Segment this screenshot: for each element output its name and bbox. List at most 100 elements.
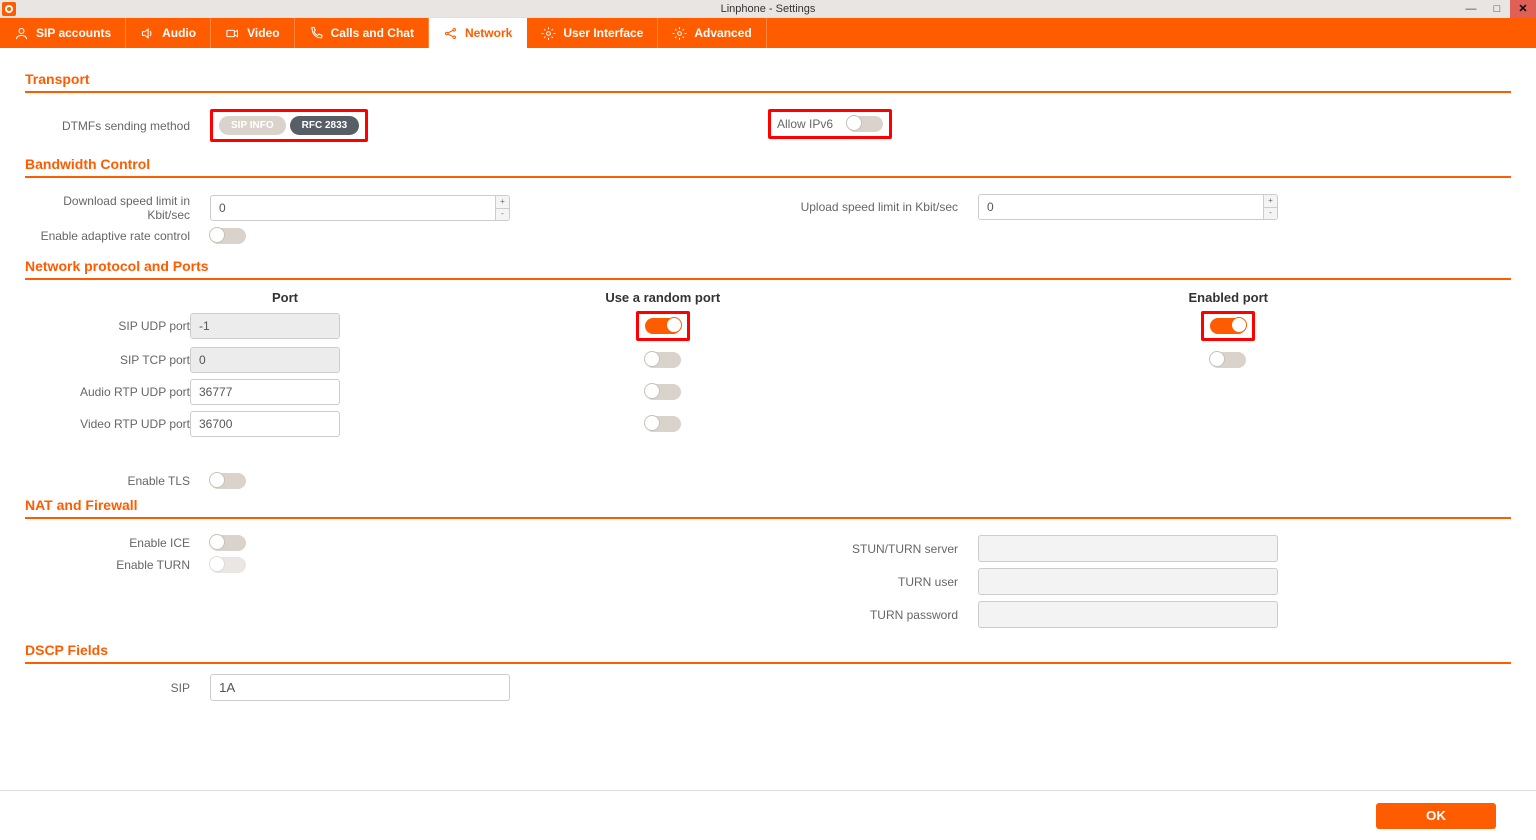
- dtmf-sipinfo-pill[interactable]: SIP INFO: [219, 116, 286, 135]
- divider: [25, 662, 1511, 664]
- video-rtp-random-toggle[interactable]: [645, 416, 681, 432]
- dtmf-toggle-group: SIP INFO RFC 2833: [219, 116, 359, 135]
- dtmf-rfc-pill[interactable]: RFC 2833: [290, 116, 360, 135]
- tab-label: Calls and Chat: [331, 26, 414, 40]
- col-random: Use a random port: [380, 290, 946, 305]
- content-area: Transport DTMFs sending method SIP INFO …: [0, 48, 1536, 790]
- sip-udp-port-spinner[interactable]: +-: [190, 313, 340, 339]
- sip-tcp-random-toggle[interactable]: [645, 352, 681, 368]
- tab-sip-accounts[interactable]: SIP accounts: [0, 18, 126, 48]
- upload-label: Upload speed limit in Kbit/sec: [768, 200, 958, 214]
- spin-up[interactable]: +: [1264, 195, 1277, 208]
- row-sip-udp: SIP UDP port +-: [25, 311, 1511, 341]
- section-transport: Transport: [25, 71, 1511, 87]
- tab-user-interface[interactable]: User Interface: [527, 18, 658, 48]
- tab-label: Audio: [162, 26, 196, 40]
- window-title: Linphone - Settings: [0, 3, 1536, 15]
- tab-label: User Interface: [563, 26, 643, 40]
- camera-icon: [225, 26, 240, 41]
- tab-audio[interactable]: Audio: [126, 18, 211, 48]
- video-rtp-label: Video RTP UDP port: [25, 417, 190, 431]
- video-rtp-port-spinner[interactable]: [190, 411, 340, 437]
- spin-up[interactable]: +: [496, 196, 509, 209]
- divider: [25, 278, 1511, 280]
- sip-udp-enabled-toggle[interactable]: [1210, 318, 1246, 334]
- tab-bar: SIP accounts Audio Video Calls and Chat …: [0, 18, 1536, 48]
- upload-spinner[interactable]: +-: [978, 194, 1278, 220]
- turnuser-input[interactable]: [978, 568, 1278, 595]
- ipv6-label: Allow IPv6: [777, 117, 833, 131]
- settings-window: Linphone - Settings — □ ✕ SIP accounts A…: [0, 0, 1536, 840]
- turnpass-label: TURN password: [768, 608, 958, 622]
- ice-label: Enable ICE: [25, 536, 190, 550]
- video-rtp-port-input[interactable]: [191, 412, 340, 436]
- upload-input[interactable]: [979, 195, 1263, 219]
- section-nat: NAT and Firewall: [25, 497, 1511, 513]
- stunserver-input[interactable]: [978, 535, 1278, 562]
- download-spinner[interactable]: +-: [210, 195, 510, 221]
- tab-network[interactable]: Network: [429, 18, 527, 48]
- highlight-udp-enabled: [1201, 311, 1255, 341]
- dtmf-label: DTMFs sending method: [25, 119, 190, 133]
- highlight-dtmf: SIP INFO RFC 2833: [210, 109, 368, 142]
- divider: [25, 517, 1511, 519]
- ok-button[interactable]: OK: [1376, 803, 1496, 829]
- download-label: Download speed limit in Kbit/sec: [25, 194, 190, 222]
- download-input[interactable]: [211, 196, 495, 220]
- col-port: Port: [190, 290, 380, 305]
- gear-icon: [672, 26, 687, 41]
- audio-rtp-port-input[interactable]: [191, 380, 340, 404]
- ipv6-toggle[interactable]: [847, 116, 883, 132]
- dscp-sip-input[interactable]: [210, 674, 510, 701]
- turnuser-label: TURN user: [768, 575, 958, 589]
- adaptive-label: Enable adaptive rate control: [25, 229, 190, 243]
- title-bar: Linphone - Settings — □ ✕: [0, 0, 1536, 18]
- sip-udp-port-input[interactable]: [191, 314, 340, 338]
- tab-label: SIP accounts: [36, 26, 111, 40]
- section-bandwidth: Bandwidth Control: [25, 156, 1511, 172]
- divider: [25, 176, 1511, 178]
- speaker-icon: [140, 26, 155, 41]
- spin-down[interactable]: -: [496, 209, 509, 221]
- tls-toggle[interactable]: [210, 473, 246, 489]
- audio-rtp-label: Audio RTP UDP port: [25, 385, 190, 399]
- turnpass-input[interactable]: [978, 601, 1278, 628]
- col-enabled: Enabled port: [946, 290, 1512, 305]
- footer-bar: OK: [0, 790, 1536, 840]
- row-video-rtp: Video RTP UDP port: [25, 411, 1511, 437]
- ice-toggle[interactable]: [210, 535, 246, 551]
- tab-label: Video: [247, 26, 279, 40]
- section-dscp: DSCP Fields: [25, 642, 1511, 658]
- ports-header-row: Port Use a random port Enabled port: [25, 290, 1511, 305]
- sip-tcp-label: SIP TCP port: [25, 353, 190, 367]
- turn-toggle[interactable]: [210, 557, 246, 573]
- tab-video[interactable]: Video: [211, 18, 294, 48]
- user-icon: [14, 26, 29, 41]
- tab-advanced[interactable]: Advanced: [658, 18, 766, 48]
- tab-label: Network: [465, 26, 512, 40]
- audio-rtp-random-toggle[interactable]: [645, 384, 681, 400]
- share-icon: [443, 26, 458, 41]
- audio-rtp-port-spinner[interactable]: [190, 379, 340, 405]
- tls-label: Enable TLS: [25, 474, 190, 488]
- highlight-udp-random: [636, 311, 690, 341]
- phone-icon: [309, 26, 324, 41]
- turn-label: Enable TURN: [25, 558, 190, 572]
- section-protoports: Network protocol and Ports: [25, 258, 1511, 274]
- row-sip-tcp: SIP TCP port +-: [25, 347, 1511, 373]
- row-audio-rtp: Audio RTP UDP port: [25, 379, 1511, 405]
- stunserver-label: STUN/TURN server: [768, 542, 958, 556]
- sip-udp-random-toggle[interactable]: [645, 318, 681, 334]
- highlight-ipv6: Allow IPv6: [768, 109, 892, 139]
- adaptive-toggle[interactable]: [210, 228, 246, 244]
- sip-tcp-port-spinner[interactable]: +-: [190, 347, 340, 373]
- sip-tcp-enabled-toggle[interactable]: [1210, 352, 1246, 368]
- spin-down[interactable]: -: [1264, 208, 1277, 220]
- tab-calls-chat[interactable]: Calls and Chat: [295, 18, 429, 48]
- sip-tcp-port-input[interactable]: [191, 348, 340, 372]
- divider: [25, 91, 1511, 93]
- sip-udp-label: SIP UDP port: [25, 319, 190, 333]
- gear-icon: [541, 26, 556, 41]
- dscp-sip-label: SIP: [25, 681, 190, 695]
- tab-label: Advanced: [694, 26, 751, 40]
